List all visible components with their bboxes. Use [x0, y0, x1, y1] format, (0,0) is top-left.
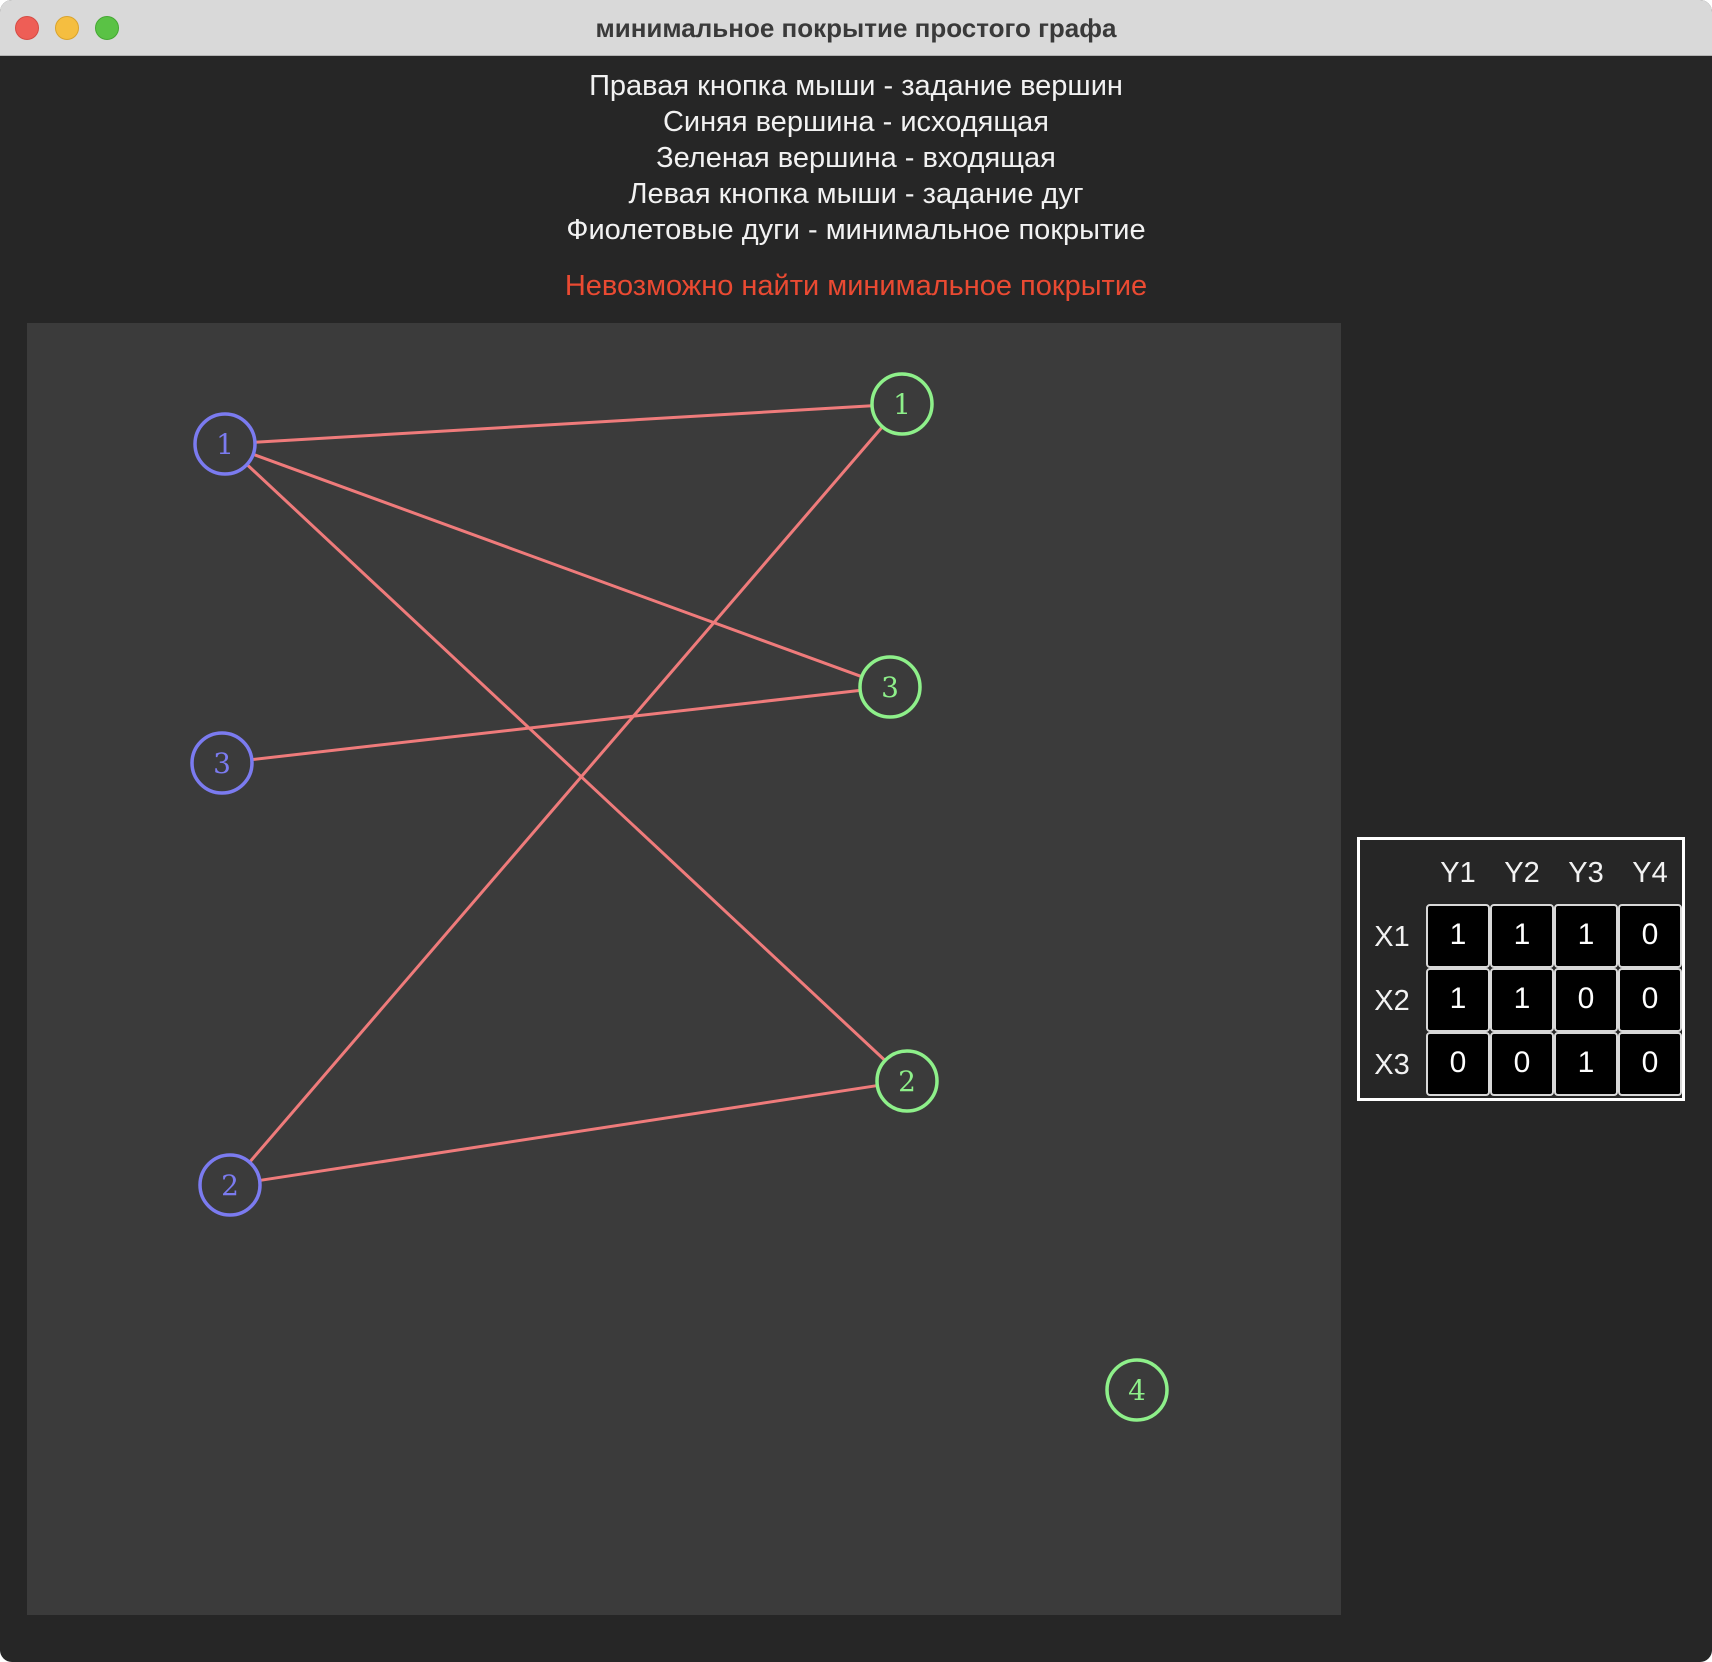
- matrix-cell[interactable]: 0: [1618, 1032, 1682, 1096]
- matrix-cell[interactable]: 1: [1554, 1032, 1618, 1096]
- vertex-label: 3: [881, 671, 899, 704]
- matrix-cell[interactable]: 0: [1618, 968, 1682, 1032]
- vertex-label: 1: [216, 428, 234, 461]
- matrix-col-header: Y2: [1504, 857, 1540, 889]
- edge-x1-y3[interactable]: [252, 452, 863, 679]
- matrix-cell[interactable]: 0: [1554, 968, 1618, 1032]
- vertex-label: 2: [221, 1169, 239, 1202]
- matrix-cell[interactable]: 1: [1426, 904, 1490, 968]
- matrix-cell[interactable]: 1: [1426, 968, 1490, 1032]
- edge-x2-y2[interactable]: [259, 1084, 878, 1182]
- instructions: Правая кнопка мыши - задание вершин Синя…: [0, 68, 1712, 248]
- vertex-label: 4: [1128, 1374, 1146, 1407]
- adjacency-matrix: Y1 Y2 Y3 Y4 X1 X2 X3 1 1 1 0 1 1 0 0 0 0…: [1357, 837, 1685, 1101]
- target-vertex-y1[interactable]: 1: [870, 372, 934, 436]
- app-window: минимальное покрытие простого графа Прав…: [0, 0, 1712, 1662]
- vertex-label: 1: [893, 388, 911, 421]
- graph-svg[interactable]: 1 3 2 1 3 2 4: [27, 323, 1341, 1615]
- matrix-row-header: X1: [1374, 921, 1410, 953]
- vertex-label: 2: [898, 1065, 916, 1098]
- window-title: минимальное покрытие простого графа: [595, 13, 1117, 43]
- edge-x1-y1[interactable]: [254, 404, 873, 444]
- edge-x2-y1[interactable]: [248, 425, 884, 1164]
- matrix-row-header: X3: [1374, 1049, 1410, 1081]
- matrix-cell[interactable]: 1: [1490, 968, 1554, 1032]
- matrix-col-header: Y4: [1632, 857, 1668, 889]
- matrix-row-header: X2: [1374, 985, 1410, 1017]
- instruction-line: Правая кнопка мыши - задание вершин: [589, 70, 1123, 102]
- matrix-cell[interactable]: 0: [1490, 1032, 1554, 1096]
- instruction-line: Зеленая вершина - входящая: [656, 142, 1056, 174]
- matrix-col-header: Y3: [1568, 857, 1604, 889]
- matrix-cell[interactable]: 0: [1426, 1032, 1490, 1096]
- source-vertex-x2[interactable]: 2: [198, 1153, 262, 1217]
- instruction-line: Синяя вершина - исходящая: [662, 106, 1050, 138]
- source-vertex-x3[interactable]: 3: [190, 731, 254, 795]
- source-vertex-x1[interactable]: 1: [193, 412, 257, 476]
- matrix-cell[interactable]: 1: [1490, 904, 1554, 968]
- edge-x3-y3[interactable]: [251, 688, 861, 762]
- matrix-cell[interactable]: 0: [1618, 904, 1682, 968]
- instruction-line: Левая кнопка мыши - задание дуг: [628, 178, 1084, 210]
- target-vertex-y3[interactable]: 3: [858, 655, 922, 719]
- instruction-line: Фиолетовые дуги - минимальное покрытие: [566, 214, 1146, 246]
- target-vertex-y4[interactable]: 4: [1105, 1358, 1169, 1422]
- matrix-cell[interactable]: 1: [1554, 904, 1618, 968]
- graph-canvas[interactable]: 1 3 2 1 3 2 4: [27, 323, 1341, 1615]
- vertex-label: 3: [213, 747, 231, 780]
- target-vertex-y2[interactable]: 2: [875, 1049, 939, 1113]
- title-bar: минимальное покрытие простого графа: [0, 0, 1712, 56]
- matrix-col-header: Y1: [1440, 857, 1476, 889]
- edge-x1-y2[interactable]: [245, 463, 887, 1062]
- error-message: Невозможно найти минимальное покрытие: [564, 270, 1148, 302]
